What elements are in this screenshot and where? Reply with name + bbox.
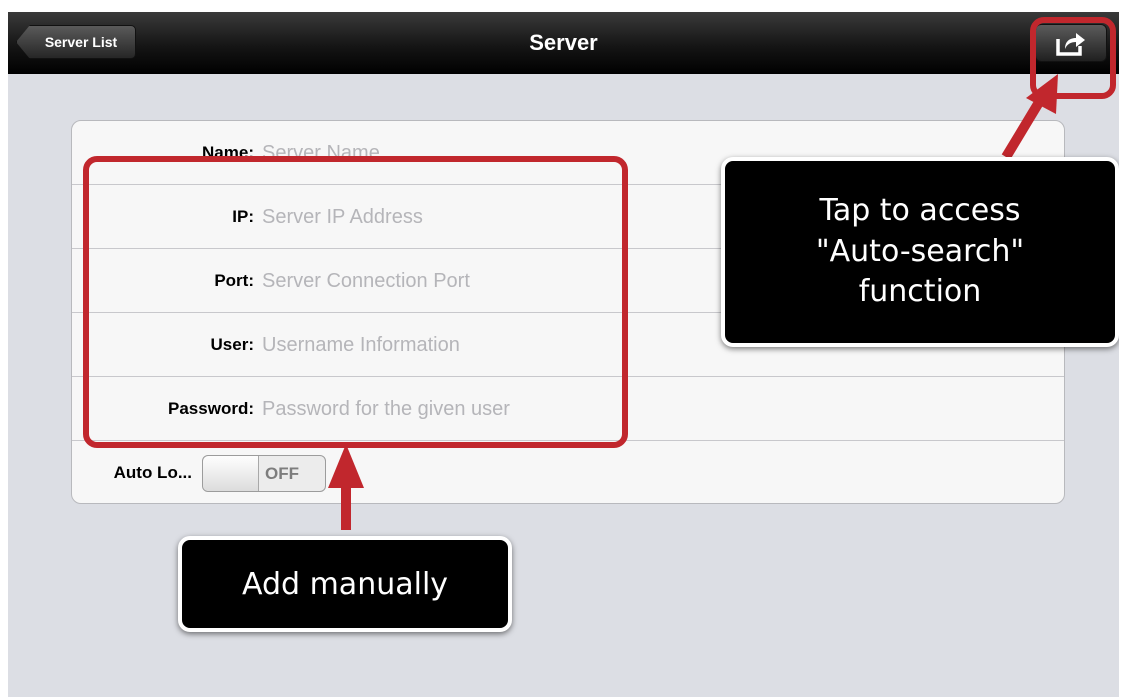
ipad-screen: Server Server List Name: IP: Port: User: [8, 12, 1119, 697]
auto-search-text-line-1: Tap to access [819, 193, 1021, 229]
auto-search-text-line-2: "Auto-search" [815, 233, 1025, 269]
add-manually-text: Add manually [241, 566, 449, 602]
auto-search-callout: Tap to access "Auto-search" function [721, 157, 1119, 347]
add-manually-callout: Add manually [178, 536, 512, 632]
auto-search-text-line-3: function [858, 274, 982, 310]
manual-arrow-head [328, 444, 364, 488]
annotation-arrows [328, 74, 1058, 530]
